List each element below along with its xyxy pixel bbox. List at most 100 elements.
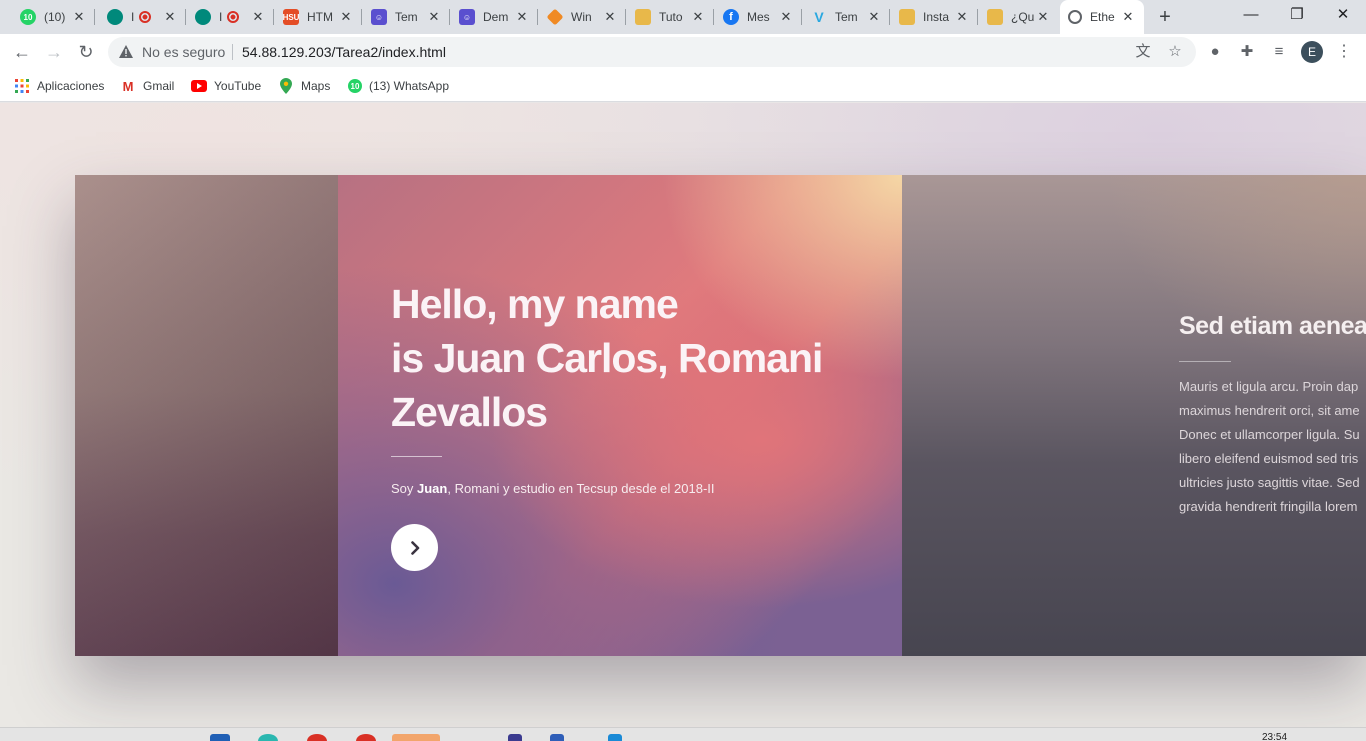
tab-strip: 10 (10) ✕ I ✕ I ✕ HSU HTM ✕ ☺ Tem ✕ ☺ De… <box>0 0 1366 34</box>
tab-template-3[interactable]: V Tem ✕ <box>803 0 890 34</box>
side-slide-title: Sed etiam aenea <box>1179 312 1366 340</box>
profile-avatar[interactable]: E <box>1301 41 1323 63</box>
tab-question[interactable]: ¿Qu ✕ <box>979 0 1059 34</box>
close-icon[interactable]: ✕ <box>1120 9 1136 25</box>
globe-icon <box>1068 10 1082 24</box>
taskbar-app-icon[interactable] <box>356 734 376 741</box>
address-bar[interactable]: No es seguro 54.88.129.203/Tarea2/index.… <box>108 37 1196 67</box>
side-slide-text: Mauris et ligula arcu. Proin dap maximus… <box>1179 375 1366 519</box>
maximize-button[interactable]: ❐ <box>1274 0 1320 32</box>
hero-description: Soy Juan, Romani y estudio en Tecsup des… <box>391 481 715 496</box>
tab-win[interactable]: Win ✕ <box>539 0 626 34</box>
youtube-icon <box>191 78 207 94</box>
close-icon[interactable]: ✕ <box>71 9 87 25</box>
active-slide-panel: Hello, my name is Juan Carlos, Romani Ze… <box>338 175 902 656</box>
forward-button[interactable]: → <box>42 40 66 64</box>
recording-icon <box>227 11 239 23</box>
close-icon[interactable]: ✕ <box>690 9 706 25</box>
taskbar-app-icon[interactable] <box>258 734 278 741</box>
tab-title: Tuto <box>659 10 683 24</box>
tab-title: HTM <box>307 10 333 24</box>
tab-template-1[interactable]: ☺ Tem ✕ <box>363 0 450 34</box>
apps-grid-icon <box>14 78 30 94</box>
reload-button[interactable]: ↻ <box>74 40 98 64</box>
taskbar-app-icon[interactable] <box>550 734 564 741</box>
close-icon[interactable]: ✕ <box>250 9 266 25</box>
url-text[interactable]: 54.88.129.203/Tarea2/index.html <box>242 44 446 60</box>
translate-icon[interactable]: 文 <box>1134 43 1152 61</box>
next-button[interactable] <box>391 524 438 571</box>
close-icon[interactable]: ✕ <box>426 9 442 25</box>
box-icon <box>899 9 915 25</box>
taskbar-app-icon[interactable] <box>608 734 622 741</box>
taskbar-active-app[interactable] <box>392 734 440 741</box>
chevron-right-icon <box>410 540 419 555</box>
tab-whatsapp[interactable]: 10 (10) ✕ <box>12 0 95 34</box>
divider <box>391 456 442 457</box>
extension-circle-icon[interactable]: ● <box>1205 42 1225 62</box>
next-slide-panel[interactable]: Sed etiam aenea Mauris et ligula arcu. P… <box>902 175 1366 656</box>
bookmark-gmail[interactable]: M Gmail <box>120 77 175 95</box>
text-line: maximus hendrerit orci, sit ame <box>1179 403 1360 418</box>
tab-active-ethereal[interactable]: Ethe ✕ <box>1060 0 1144 34</box>
tab-meet-2[interactable]: I ✕ <box>187 0 274 34</box>
close-icon[interactable]: ✕ <box>338 9 354 25</box>
back-button[interactable]: ← <box>10 40 34 64</box>
close-icon[interactable]: ✕ <box>1035 9 1051 25</box>
bookmarks-bar: Aplicaciones M Gmail YouTube Maps 10 (13… <box>0 70 1366 102</box>
text-line: ultricies justo sagittis vitae. Sed <box>1179 475 1360 490</box>
menu-kebab-icon[interactable]: ⋮ <box>1336 40 1352 64</box>
bookmark-star-icon[interactable]: ☆ <box>1166 43 1184 61</box>
bookmark-apps[interactable]: Aplicaciones <box>14 77 104 95</box>
template-icon: ☺ <box>459 9 475 25</box>
tab-title: Mes <box>747 10 770 24</box>
close-window-button[interactable]: ✕ <box>1320 0 1366 32</box>
hero-slider: Hello, my name is Juan Carlos, Romani Ze… <box>75 175 1366 656</box>
close-icon[interactable]: ✕ <box>514 9 530 25</box>
security-label[interactable]: No es seguro <box>142 44 225 60</box>
browser-toolbar: ← → ↻ No es seguro 54.88.129.203/Tarea2/… <box>0 34 1366 70</box>
media-queue-icon[interactable]: ≡ <box>1269 42 1289 62</box>
tab-insta[interactable]: Insta ✕ <box>891 0 978 34</box>
taskbar-app-icon[interactable] <box>508 734 522 741</box>
meet-icon <box>195 9 211 25</box>
bookmark-maps[interactable]: Maps <box>278 77 330 95</box>
gmail-icon: M <box>122 78 134 94</box>
bookmark-whatsapp[interactable]: 10 (13) WhatsApp <box>348 77 449 95</box>
previous-slide-panel[interactable] <box>75 175 338 656</box>
tab-html[interactable]: HSU HTM ✕ <box>275 0 362 34</box>
close-icon[interactable]: ✕ <box>954 9 970 25</box>
v-icon: V <box>814 9 824 25</box>
taskbar-clock[interactable]: 23:54 <box>1262 732 1287 741</box>
warning-icon[interactable] <box>118 44 134 60</box>
minimize-button[interactable]: — <box>1228 0 1274 32</box>
tab-title: Ethe <box>1090 10 1115 24</box>
new-tab-button[interactable]: + <box>1154 6 1176 28</box>
tab-title: Tem <box>395 10 418 24</box>
tab-title: Dem <box>483 10 509 24</box>
bookmark-label: YouTube <box>214 79 262 93</box>
tab-messenger[interactable]: f Mes ✕ <box>715 0 802 34</box>
hero-title: Hello, my name is Juan Carlos, Romani Ze… <box>391 277 871 439</box>
taskbar-app-icon[interactable] <box>210 734 230 741</box>
close-icon[interactable]: ✕ <box>866 9 882 25</box>
text-line: Mauris et ligula arcu. Proin dap <box>1179 379 1359 394</box>
tab-tutorial[interactable]: Tuto ✕ <box>627 0 714 34</box>
taskbar-app-icon[interactable] <box>307 734 327 741</box>
recording-icon <box>139 11 151 23</box>
close-icon[interactable]: ✕ <box>162 9 178 25</box>
html-site-icon: HSU <box>283 9 299 25</box>
box-icon <box>987 9 1003 25</box>
tab-title: ¿Qu <box>1011 10 1035 24</box>
extensions-puzzle-icon[interactable]: ✚ <box>1237 42 1257 62</box>
close-icon[interactable]: ✕ <box>602 9 618 25</box>
tab-template-2[interactable]: ☺ Dem ✕ <box>451 0 538 34</box>
whatsapp-icon: 10 <box>348 79 362 93</box>
page-content: Hello, my name is Juan Carlos, Romani Ze… <box>0 103 1366 727</box>
bookmark-youtube[interactable]: YouTube <box>191 77 261 95</box>
tab-meet-1[interactable]: I ✕ <box>99 0 186 34</box>
tab-title: Insta <box>923 10 949 24</box>
tab-title: (10) <box>44 10 66 24</box>
hero-title-line: is Juan Carlos, Romani <box>391 335 823 381</box>
close-icon[interactable]: ✕ <box>778 9 794 25</box>
